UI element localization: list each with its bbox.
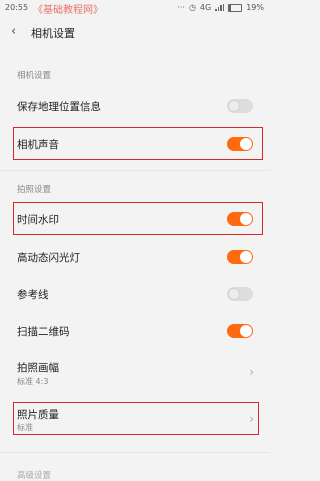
setting-label: 保存地理位置信息 — [17, 101, 101, 113]
alarm-icon: ◷ — [188, 3, 196, 12]
toggle-grid-lines[interactable] — [227, 287, 253, 301]
setting-label: 拍照画幅 — [17, 362, 59, 374]
highlight-box — [13, 402, 259, 435]
setting-label: 参考线 — [17, 289, 49, 301]
setting-row-grid-lines[interactable]: 参考线 — [0, 281, 270, 307]
status-icons: ··· ◷ 4G 19% — [177, 3, 264, 12]
setting-sublabel: 标准 4:3 — [17, 377, 49, 386]
setting-label: 扫描二维码 — [17, 326, 70, 338]
setting-row-aspect-ratio[interactable]: 拍照画幅 标准 4:3 › — [0, 356, 270, 390]
highlight-box — [13, 127, 263, 160]
section-label-camera: 相机设置 — [17, 71, 52, 81]
battery-level: 19% — [246, 3, 264, 12]
section-divider — [0, 452, 270, 453]
highlight-box — [13, 202, 263, 235]
signal-icon — [215, 4, 225, 11]
header: ‹ 相机设置 — [0, 16, 270, 50]
status-bar: 20:55 《基础教程网》 ··· ◷ 4G 19% — [0, 0, 270, 16]
page-title: 相机设置 — [31, 27, 75, 40]
section-label-advanced: 高级设置 — [17, 471, 52, 481]
back-arrow-icon[interactable]: ‹ — [11, 25, 25, 39]
toggle-scan-qr[interactable] — [227, 324, 253, 338]
setting-label: 高动态闪光灯 — [17, 252, 80, 264]
chevron-right-icon: › — [249, 365, 254, 379]
battery-icon — [228, 3, 243, 12]
section-divider — [0, 170, 270, 171]
status-time: 20:55 — [5, 3, 29, 12]
section-label-photo: 拍照设置 — [17, 185, 52, 195]
watermark-text: 《基础教程网》 — [33, 5, 103, 16]
network-label: 4G — [199, 3, 212, 12]
setting-row-save-location[interactable]: 保存地理位置信息 — [0, 93, 270, 119]
setting-row-hdr-flash[interactable]: 高动态闪光灯 — [0, 244, 270, 270]
setting-row-scan-qr[interactable]: 扫描二维码 — [0, 318, 270, 344]
dots-icon: ··· — [177, 3, 185, 12]
toggle-hdr-flash[interactable] — [227, 250, 253, 264]
toggle-save-location[interactable] — [227, 99, 253, 113]
